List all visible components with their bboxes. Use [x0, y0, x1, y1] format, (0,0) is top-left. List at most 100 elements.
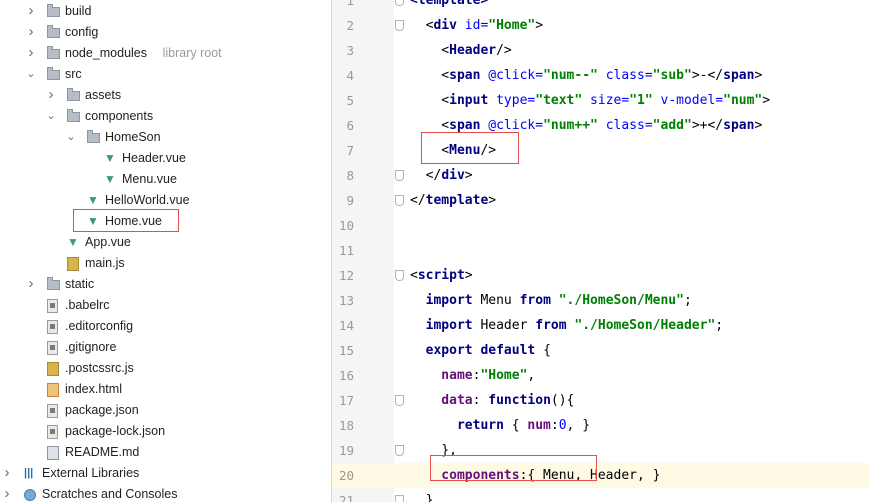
- code-line[interactable]: 21 }: [332, 488, 869, 502]
- code-token: span: [723, 68, 755, 83]
- tree-item[interactable]: .editorconfig: [0, 316, 331, 337]
- line-number: 12: [338, 268, 354, 283]
- project-tree: › build › config › node_modules library root ⌄ s…: [0, 0, 332, 502]
- code-token: size=: [590, 93, 630, 108]
- code-token: ;: [683, 293, 692, 308]
- fold-marker-icon[interactable]: [395, 395, 404, 406]
- tree-item-label: src: [65, 67, 82, 81]
- code-line[interactable]: 4 <span @click="num--" class="sub">-</sp…: [332, 63, 869, 88]
- fold-marker-icon[interactable]: [395, 445, 404, 456]
- code-token: >: [464, 168, 473, 183]
- code-line[interactable]: 9 </template>: [332, 188, 869, 213]
- code-token: export default: [410, 343, 544, 358]
- line-number: 17: [338, 393, 354, 408]
- tree-item[interactable]: package-lock.json: [0, 421, 331, 442]
- code-line[interactable]: 10: [332, 213, 869, 238]
- tree-item[interactable]: ⌄ components: [0, 106, 331, 127]
- code-line[interactable]: 20 components:{ Menu, Header, }: [332, 463, 869, 488]
- fold-marker-icon[interactable]: [395, 170, 404, 181]
- js-file-icon: [47, 362, 59, 376]
- code-token: },: [410, 443, 457, 458]
- code-token: >: [754, 68, 763, 83]
- tree-item[interactable]: › static: [0, 274, 331, 295]
- code-token: ,: [527, 368, 536, 383]
- tree-item[interactable]: package.json: [0, 400, 331, 421]
- tree-item[interactable]: .gitignore: [0, 337, 331, 358]
- code-line[interactable]: 17 data: function(){: [332, 388, 869, 413]
- code-text: export default {: [410, 338, 551, 363]
- code-line[interactable]: 1 <template>: [332, 0, 869, 13]
- code-line[interactable]: 18 return { num:0, }: [332, 413, 869, 438]
- code-line[interactable]: 7 <Menu/>: [332, 138, 869, 163]
- tree-item[interactable]: ▼ HelloWorld.vue: [0, 190, 331, 211]
- folder-icon: [67, 109, 80, 122]
- config-file-icon: [47, 425, 58, 439]
- code-token: template: [425, 193, 489, 208]
- tree-item[interactable]: › Scratches and Consoles: [0, 484, 331, 502]
- chevron-right-icon[interactable]: ›: [1, 463, 13, 484]
- code-line[interactable]: 2 <div id="Home">: [332, 13, 869, 38]
- tree-item[interactable]: › config: [0, 22, 331, 43]
- tree-item[interactable]: ▼ Menu.vue: [0, 169, 331, 190]
- code-token: "num++": [543, 118, 606, 133]
- tree-item[interactable]: › node_modules library root: [0, 43, 331, 64]
- tree-item[interactable]: › assets: [0, 85, 331, 106]
- code-token: input: [449, 93, 497, 108]
- fold-marker-icon[interactable]: [395, 270, 404, 281]
- fold-marker-icon[interactable]: [395, 0, 404, 6]
- code-token: data: [410, 393, 473, 408]
- code-line[interactable]: 6 <span @click="num++" class="add">+</sp…: [332, 113, 869, 138]
- tree-item[interactable]: › ||| External Libraries: [0, 463, 331, 484]
- code-token: <: [410, 68, 450, 83]
- chevron-right-icon[interactable]: ›: [25, 22, 37, 43]
- tree-item[interactable]: .postcssrc.js: [0, 358, 331, 379]
- tree-item[interactable]: index.html: [0, 379, 331, 400]
- code-text: <Menu/>: [410, 138, 496, 163]
- fold-marker-icon[interactable]: [395, 195, 404, 206]
- code-line[interactable]: 3 <Header/>: [332, 38, 869, 63]
- tree-item[interactable]: README.md: [0, 442, 331, 463]
- chevron-down-icon[interactable]: ⌄: [25, 64, 37, 85]
- code-line[interactable]: 12 <script>: [332, 263, 869, 288]
- code-text: }: [410, 488, 434, 502]
- code-line[interactable]: 11: [332, 238, 869, 263]
- chevron-down-icon[interactable]: ⌄: [65, 127, 77, 148]
- tree-item[interactable]: ▼ Home.vue: [0, 211, 331, 232]
- tree-item[interactable]: ⌄ src: [0, 64, 331, 85]
- code-token: {: [511, 418, 528, 433]
- tree-item[interactable]: .babelrc: [0, 295, 331, 316]
- tree-item[interactable]: ⌄ HomeSon: [0, 127, 331, 148]
- tree-item-label: index.html: [65, 382, 122, 396]
- code-line[interactable]: 16 name:"Home",: [332, 363, 869, 388]
- code-token: }: [410, 493, 434, 502]
- code-token: >-</: [691, 68, 724, 83]
- chevron-right-icon[interactable]: ›: [25, 274, 37, 295]
- code-line[interactable]: 8 </div>: [332, 163, 869, 188]
- tree-item[interactable]: main.js: [0, 253, 331, 274]
- tree-item[interactable]: › build: [0, 1, 331, 22]
- folder-icon: [47, 46, 60, 59]
- tree-item[interactable]: ▼ App.vue: [0, 232, 331, 253]
- code-token: "text": [535, 93, 591, 108]
- code-line[interactable]: 19 },: [332, 438, 869, 463]
- tree-item-label: components: [85, 109, 154, 123]
- chevron-right-icon[interactable]: ›: [25, 43, 37, 64]
- chevron-right-icon[interactable]: ›: [45, 85, 57, 106]
- code-editor[interactable]: 1 <template> 2 <div id="Home"> 3 <Header/> 4…: [332, 0, 869, 502]
- tree-item[interactable]: ▼ Header.vue: [0, 148, 331, 169]
- fold-marker-icon[interactable]: [395, 20, 404, 31]
- code-line[interactable]: 15 export default {: [332, 338, 869, 363]
- tree-item-label: README.md: [65, 445, 140, 459]
- code-token: "./HomeSon/Header": [574, 318, 716, 333]
- code-token: type=: [496, 93, 536, 108]
- chevron-right-icon[interactable]: ›: [25, 1, 37, 22]
- code-line[interactable]: 5 <input type="text" size="1" v-model="n…: [332, 88, 869, 113]
- folder-icon: [47, 4, 60, 17]
- code-line[interactable]: 14 import Header from "./HomeSon/Header"…: [332, 313, 869, 338]
- fold-marker-icon[interactable]: [395, 495, 404, 502]
- line-number: 21: [338, 493, 354, 502]
- chevron-right-icon[interactable]: ›: [1, 484, 13, 502]
- chevron-down-icon[interactable]: ⌄: [45, 106, 57, 127]
- folder-icon: [47, 277, 60, 290]
- code-line[interactable]: 13 import Menu from "./HomeSon/Menu";: [332, 288, 869, 313]
